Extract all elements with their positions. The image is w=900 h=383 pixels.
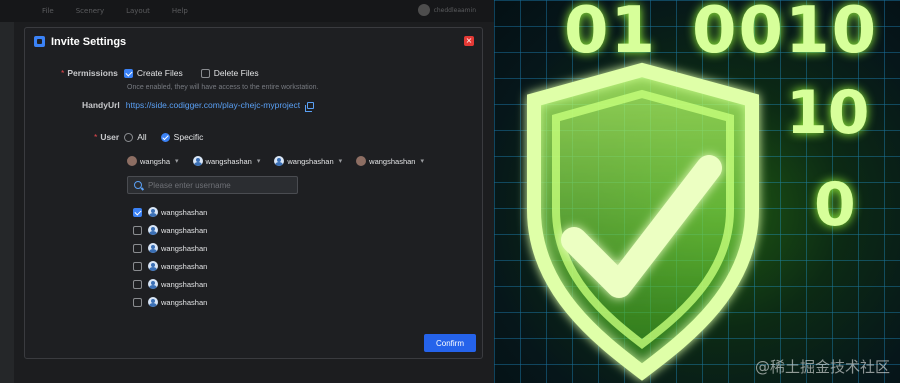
user-chip-name: wangsha — [140, 156, 171, 166]
user-chip-name: wangshashan — [369, 156, 416, 166]
avatar — [274, 156, 285, 166]
avatar — [148, 225, 158, 235]
create-files-checkbox[interactable]: Create Files — [123, 68, 183, 78]
avatar — [192, 156, 203, 166]
selected-users: wangsha ▾ wangshashan ▾ wangshashan ▾ wa… — [127, 156, 424, 166]
checkbox-icon — [200, 68, 210, 78]
chip-remove-icon[interactable]: ▾ — [339, 157, 343, 165]
dialog-title: Invite Settings — [51, 35, 127, 48]
user-all-radio[interactable]: All — [124, 132, 147, 142]
list-item-name: wangshashan — [161, 261, 208, 271]
required-mark: * — [61, 68, 65, 78]
checkbox-checked-icon[interactable] — [133, 207, 142, 217]
list-item-name: wangshashan — [161, 225, 208, 235]
required-mark: * — [94, 132, 98, 142]
avatar — [148, 279, 158, 289]
chip-remove-icon[interactable]: ▾ — [175, 157, 179, 165]
avatar — [148, 261, 158, 271]
list-item[interactable]: wangshashan — [133, 293, 207, 311]
list-item[interactable]: wangshashan — [133, 239, 207, 257]
checkbox-icon[interactable] — [133, 225, 142, 235]
search-input[interactable] — [147, 180, 297, 190]
checkbox-icon[interactable] — [133, 243, 142, 253]
list-item[interactable]: wangshashan — [133, 257, 207, 275]
chip-remove-icon[interactable]: ▾ — [420, 157, 424, 165]
handyurl-row: HandyUrl https://side.codigger.com/play-… — [82, 100, 315, 112]
dialog-titlebar: Invite Settings × — [25, 28, 482, 55]
invite-settings-dialog: Invite Settings × * Permissions Create F… — [24, 27, 483, 359]
delete-files-label: Delete Files — [213, 68, 259, 78]
user-chip[interactable]: wangshashan ▾ — [356, 156, 424, 166]
shield-check-icon — [527, 62, 759, 381]
avatar — [356, 156, 367, 166]
radio-icon — [124, 132, 134, 142]
chip-remove-icon[interactable]: ▾ — [257, 157, 261, 165]
checkbox-icon[interactable] — [133, 279, 142, 289]
checkbox-checked-icon — [123, 68, 133, 78]
radio-checked-icon — [160, 132, 170, 142]
permissions-label: Permissions — [67, 68, 118, 78]
avatar — [148, 243, 158, 253]
username-search[interactable] — [127, 176, 298, 194]
user-label: User — [100, 132, 120, 142]
permissions-row: * Permissions Create Files Delete Files — [61, 68, 277, 78]
search-icon — [134, 181, 142, 189]
delete-files-checkbox[interactable]: Delete Files — [200, 68, 259, 78]
watermark: @稀土掘金技术社区 — [754, 358, 890, 376]
create-files-label: Create Files — [136, 68, 183, 78]
copy-icon[interactable] — [305, 101, 315, 112]
user-row: * User All Specific — [94, 132, 221, 142]
user-chip[interactable]: wangsha ▾ — [127, 156, 179, 166]
close-button[interactable]: × — [464, 36, 474, 46]
list-item-name: wangshashan — [161, 243, 208, 253]
handyurl-link[interactable]: https://side.codigger.com/play-chejc-myp… — [126, 100, 300, 110]
user-list: wangshashan wangshashan wangshashan wang… — [133, 203, 207, 311]
permissions-hint: Once enabled, they will have access to t… — [127, 84, 319, 91]
avatar — [148, 297, 158, 307]
user-chip[interactable]: wangshashan ▾ — [192, 156, 261, 166]
handyurl-label: HandyUrl — [82, 100, 120, 110]
list-item[interactable]: wangshashan — [133, 275, 207, 293]
list-item-name: wangshashan — [161, 297, 208, 307]
user-chip[interactable]: wangshashan ▾ — [274, 156, 342, 166]
user-specific-label: Specific — [173, 132, 204, 142]
checkbox-icon[interactable] — [133, 297, 142, 307]
avatar — [148, 207, 158, 217]
list-item[interactable]: wangshashan — [133, 203, 207, 221]
user-specific-radio[interactable]: Specific — [160, 132, 204, 142]
list-item-name: wangshashan — [161, 207, 208, 217]
shield-artwork: 01 0010 10 0 @稀土掘金技术社区 — [494, 0, 900, 383]
user-chip-name: wangshashan — [205, 156, 252, 166]
checkbox-icon[interactable] — [133, 261, 142, 271]
app-icon — [34, 36, 45, 47]
avatar — [127, 156, 137, 166]
user-all-label: All — [137, 132, 147, 142]
list-item-name: wangshashan — [161, 279, 208, 289]
user-chip-name: wangshashan — [287, 156, 334, 166]
list-item[interactable]: wangshashan — [133, 221, 207, 239]
confirm-button[interactable]: Confirm — [424, 334, 476, 352]
